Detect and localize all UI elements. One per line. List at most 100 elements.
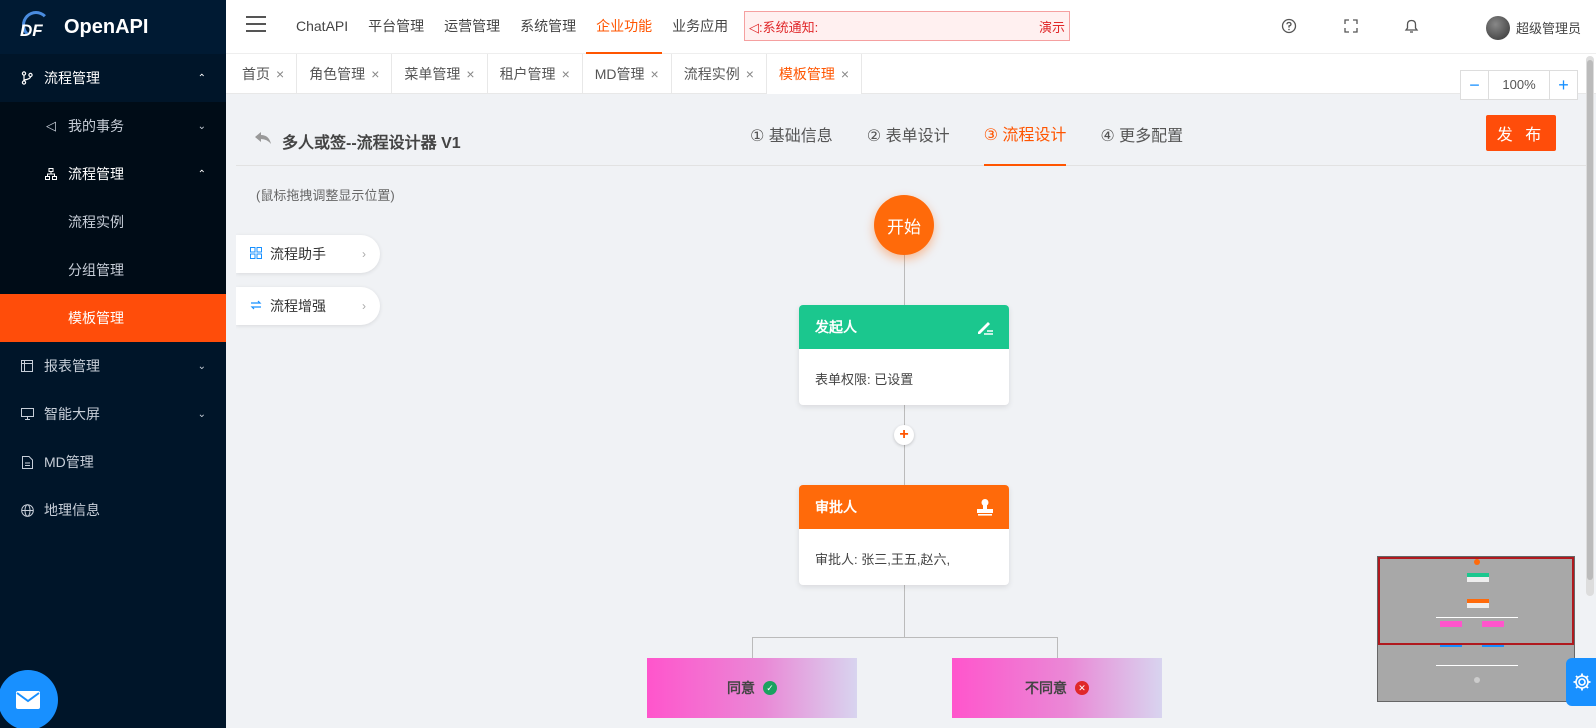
designer-toolbar: 多人或签--流程设计器 V1 ① 基础信息 ② 表单设计 ③ 流程设计 ④ 更多… bbox=[236, 108, 1586, 166]
publish-button[interactable]: 发 布 bbox=[1486, 115, 1556, 151]
nav-platform[interactable]: 平台管理 bbox=[358, 0, 434, 54]
nav-chatapi[interactable]: ChatAPI bbox=[286, 0, 358, 54]
branch-icon bbox=[20, 71, 34, 85]
designer-steps: ① 基础信息 ② 表单设计 ③ 流程设计 ④ 更多配置 bbox=[750, 108, 1217, 166]
system-notice-bar[interactable]: ◁:系统通知: 演示 bbox=[744, 11, 1070, 41]
top-header: ChatAPI 平台管理 运营管理 系统管理 企业功能 业务应用 ◁:系统通知:… bbox=[226, 0, 1596, 54]
zoom-control: − 100% + bbox=[1460, 70, 1578, 100]
avatar[interactable] bbox=[1486, 16, 1510, 40]
step-form-design[interactable]: ② 表单设计 bbox=[867, 108, 950, 166]
sidebar-item-label: MD管理 bbox=[44, 454, 94, 470]
tab-home[interactable]: 首页 × bbox=[230, 54, 298, 94]
sidebar-item-md-management[interactable]: MD管理 bbox=[0, 438, 226, 486]
sidebar-item-my-affairs[interactable]: ◁ 我的事务 ⌄ bbox=[0, 102, 226, 150]
bell-icon[interactable] bbox=[1402, 17, 1420, 35]
close-icon[interactable]: × bbox=[276, 66, 284, 82]
sidebar-item-process-management[interactable]: 流程管理 ⌃ bbox=[0, 54, 226, 102]
zoom-in-button[interactable]: + bbox=[1549, 71, 1577, 99]
chevron-right-icon: › bbox=[362, 247, 366, 261]
tab-label: 流程实例 bbox=[683, 66, 740, 82]
menu-fold-icon[interactable] bbox=[246, 16, 266, 34]
add-node-button[interactable]: + bbox=[894, 425, 914, 445]
close-icon[interactable]: × bbox=[371, 66, 379, 82]
tab-label: 模板管理 bbox=[778, 66, 835, 82]
sidebar-item-label: 智能大屏 bbox=[44, 406, 100, 422]
tab-label: 首页 bbox=[242, 66, 270, 82]
sidebar-item-process-instance[interactable]: 流程实例 bbox=[0, 198, 226, 246]
chevron-right-icon: › bbox=[362, 299, 366, 313]
sidebar-item-label: 流程管理 bbox=[44, 70, 100, 86]
process-enhance-panel[interactable]: 流程增强 › bbox=[236, 287, 380, 325]
drag-hint: (鼠标拖拽调整显示位置) bbox=[256, 188, 395, 203]
sound-icon: ◁ bbox=[46, 118, 56, 133]
sidebar-item-geo-info[interactable]: 地理信息 bbox=[0, 486, 226, 534]
condition-label: 同意 bbox=[727, 680, 755, 696]
step-more-config[interactable]: ④ 更多配置 bbox=[1100, 108, 1183, 166]
chevron-up-icon: ⌃ bbox=[197, 168, 206, 180]
zoom-out-button[interactable]: − bbox=[1461, 71, 1489, 99]
tab-label: MD管理 bbox=[594, 66, 645, 82]
sidebar-item-group-management[interactable]: 分组管理 bbox=[0, 246, 226, 294]
nav-system[interactable]: 系统管理 bbox=[510, 0, 586, 54]
sidebar-item-label: 报表管理 bbox=[44, 358, 100, 374]
globe-icon bbox=[20, 503, 34, 517]
node-body: 审批人: 张三,王五,赵六, bbox=[815, 552, 951, 567]
nav-business[interactable]: 业务应用 bbox=[662, 0, 738, 54]
process-assistant-panel[interactable]: 流程助手 › bbox=[236, 235, 380, 273]
close-icon[interactable]: × bbox=[746, 66, 754, 82]
fullscreen-icon[interactable] bbox=[1342, 17, 1360, 35]
initiator-node[interactable]: 发起人 表单权限: 已设置 bbox=[799, 305, 1009, 405]
grid-icon bbox=[250, 246, 262, 262]
sidebar-item-label: 地理信息 bbox=[44, 502, 100, 518]
sidebar-item-reports[interactable]: 报表管理 ⌄ bbox=[0, 342, 226, 390]
app-logo[interactable]: DF OpenAPI bbox=[0, 0, 226, 54]
node-header: 审批人 bbox=[799, 485, 1009, 529]
minimap-line bbox=[1436, 665, 1518, 666]
node-header: 发起人 bbox=[799, 305, 1009, 349]
nav-enterprise[interactable]: 企业功能 bbox=[586, 0, 663, 54]
close-icon[interactable]: × bbox=[841, 66, 849, 82]
designer-title: 多人或签--流程设计器 V1 bbox=[282, 135, 461, 152]
approver-node[interactable]: 审批人 审批人: 张三,王五,赵六, bbox=[799, 485, 1009, 585]
vertical-scrollbar[interactable] bbox=[1586, 56, 1594, 596]
tab-label: 角色管理 bbox=[309, 66, 366, 82]
chevron-up-icon: ⌃ bbox=[197, 72, 206, 84]
flow-minimap[interactable] bbox=[1377, 556, 1575, 702]
sidebar-item-big-screen[interactable]: 智能大屏 ⌄ bbox=[0, 390, 226, 438]
connector-line bbox=[904, 255, 905, 305]
sidebar: DF OpenAPI 流程管理 ⌃ ◁ 我的事务 ⌄ 流程管理 ⌃ 流程实例 分… bbox=[0, 0, 226, 728]
start-node[interactable]: 开始 bbox=[874, 195, 934, 255]
mail-button[interactable] bbox=[0, 670, 58, 728]
tab-tenant-management[interactable]: 租户管理 × bbox=[488, 54, 583, 94]
page-tabs: 首页 × 角色管理 × 菜单管理 × 租户管理 × MD管理 × 流程实例 × 模板管理 × bbox=[226, 54, 1596, 94]
condition-disagree[interactable]: 不同意 ✕ bbox=[952, 658, 1162, 718]
tab-template-management[interactable]: 模板管理 × bbox=[766, 54, 863, 94]
chevron-down-icon: ⌄ bbox=[197, 408, 206, 420]
tab-label: 租户管理 bbox=[499, 66, 556, 82]
close-icon[interactable]: × bbox=[562, 66, 570, 82]
tab-md-management[interactable]: MD管理 × bbox=[583, 54, 672, 94]
username[interactable]: 超级管理员 bbox=[1516, 18, 1581, 37]
gear-icon bbox=[1573, 673, 1591, 691]
sidebar-item-template-management[interactable]: 模板管理 bbox=[0, 294, 226, 342]
step-process-design[interactable]: ③ 流程设计 bbox=[983, 108, 1067, 166]
help-icon[interactable] bbox=[1280, 17, 1298, 35]
node-title: 审批人 bbox=[815, 499, 857, 515]
close-icon[interactable]: × bbox=[466, 66, 474, 82]
back-icon[interactable] bbox=[254, 129, 272, 150]
tab-process-instance[interactable]: 流程实例 × bbox=[672, 54, 767, 94]
edit-icon bbox=[975, 317, 995, 337]
nav-operations[interactable]: 运营管理 bbox=[434, 0, 510, 54]
close-icon[interactable]: × bbox=[651, 66, 659, 82]
sidebar-item-process-sub[interactable]: 流程管理 ⌃ bbox=[0, 150, 226, 198]
connector-line bbox=[752, 637, 753, 659]
settings-button[interactable] bbox=[1566, 658, 1596, 706]
minimap-viewport[interactable] bbox=[1378, 557, 1574, 645]
swap-icon bbox=[250, 299, 262, 314]
step-basic-info[interactable]: ① 基础信息 bbox=[750, 108, 833, 166]
condition-agree[interactable]: 同意 ✓ bbox=[647, 658, 857, 718]
tab-role-management[interactable]: 角色管理 × bbox=[297, 54, 393, 94]
report-icon bbox=[20, 359, 34, 373]
mail-icon bbox=[16, 691, 40, 709]
tab-menu-management[interactable]: 菜单管理 × bbox=[392, 54, 488, 94]
